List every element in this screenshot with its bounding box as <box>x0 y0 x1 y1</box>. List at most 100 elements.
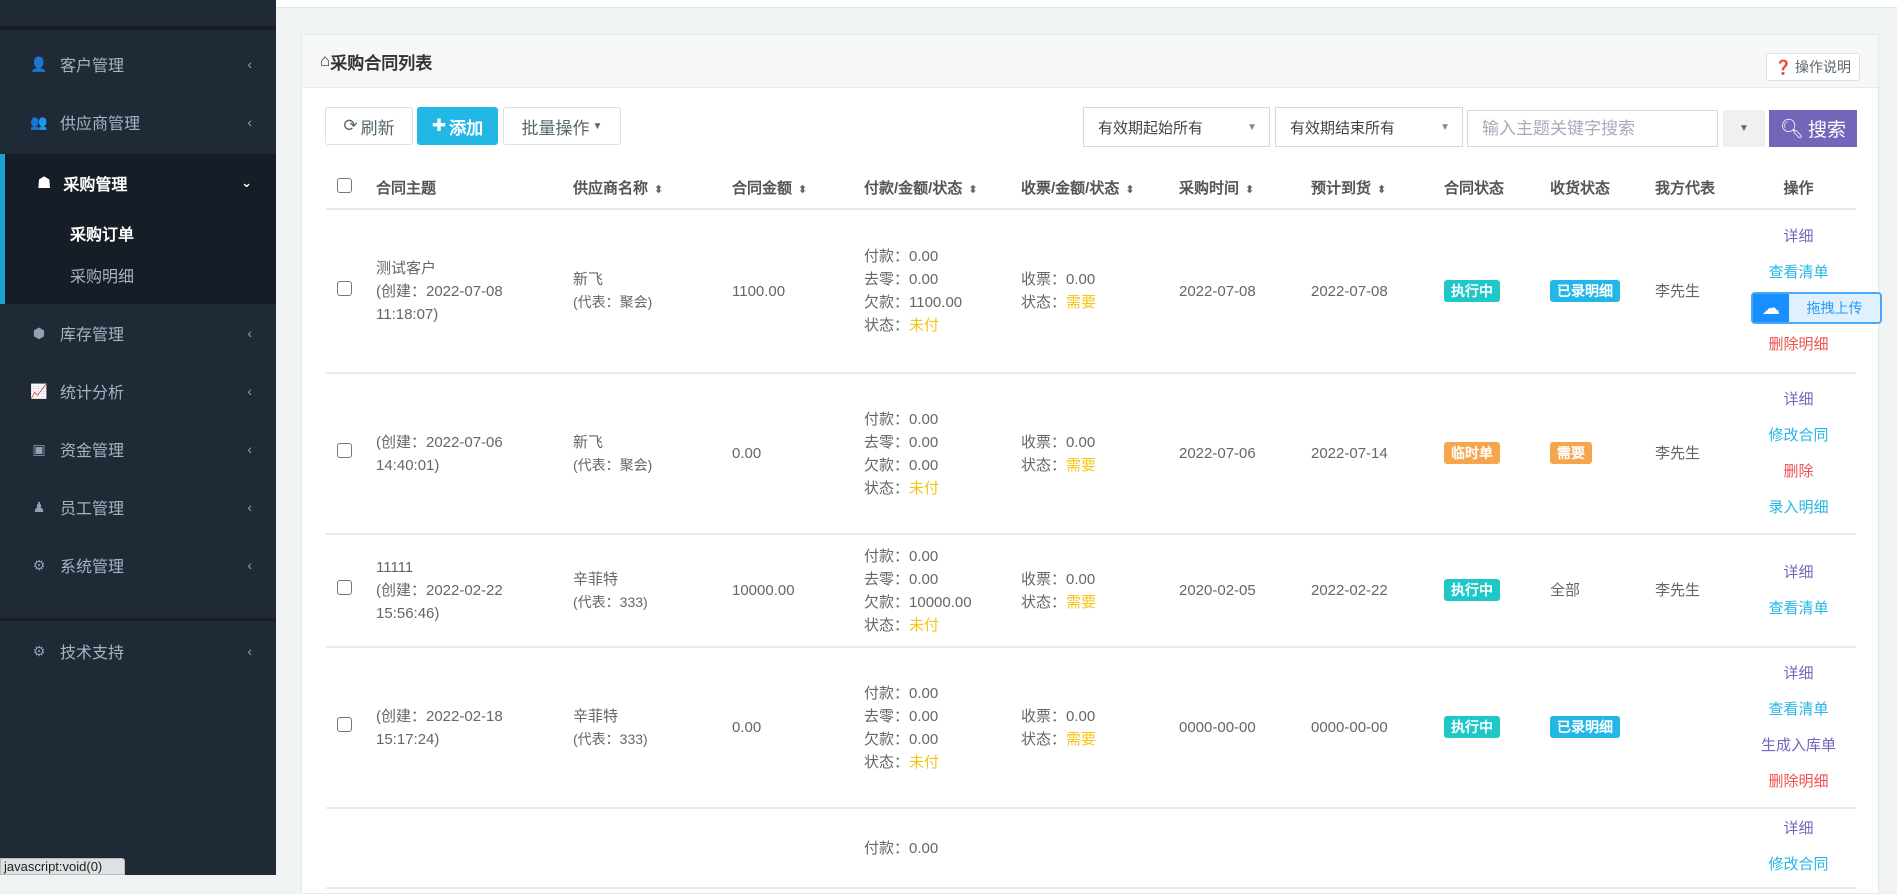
column-header[interactable]: 预计到货 ⬍ <box>1311 167 1444 210</box>
our-rep: 李先生 <box>1655 209 1741 374</box>
sort-icon[interactable]: ⬍ <box>1125 184 1134 196</box>
page-title: 采购合同列表 <box>330 53 433 73</box>
column-header[interactable]: 收票/金额/状态 ⬍ <box>1021 167 1179 210</box>
column-header[interactable]: 付款/金额/状态 ⬍ <box>864 167 1021 210</box>
column-header: 收货状态 <box>1550 167 1655 210</box>
sidebar-item[interactable]: ♟ 员工管理 ‹ <box>0 483 276 531</box>
created-date: (创建：2022-02-22 <box>376 582 503 599</box>
sidebar-item[interactable]: ⬢ 库存管理 ‹ <box>0 309 276 357</box>
sidebar-subitem-purchase-detail[interactable]: 采购明细 <box>5 254 276 296</box>
contract-amount: 1100.00 <box>732 209 864 374</box>
column-header-label: 付款/金额/状态 <box>864 180 963 197</box>
row-select <box>326 647 376 809</box>
action-link[interactable]: 详细 <box>1741 219 1856 255</box>
action-link[interactable]: 修改合同 <box>1741 847 1856 883</box>
receipt-status-text: 全部 <box>1550 582 1581 599</box>
sidebar-item[interactable]: 👤 客户管理 ‹ <box>0 40 276 88</box>
caret-down-icon: ▼ <box>592 120 603 132</box>
sidebar-item[interactable]: 📈 统计分析 ‹ <box>0 367 276 415</box>
caret-down-icon: ▼ <box>1739 123 1749 134</box>
add-button[interactable]: ✚ 添加 <box>417 107 498 145</box>
help-button[interactable]: ❓ 操作说明 <box>1765 53 1860 81</box>
drag-upload-label: 拖拽上传 <box>1806 300 1863 316</box>
sort-icon[interactable]: ⬍ <box>968 184 977 196</box>
sidebar-item[interactable]: ⚙ 技术支持 ‹ <box>0 627 276 675</box>
batch-actions-dropdown[interactable]: 批量操作 ▼ <box>503 107 621 145</box>
rounding-value: 0.00 <box>909 271 939 288</box>
action-link[interactable]: 详细 <box>1741 811 1856 847</box>
column-header-label: 采购时间 <box>1179 180 1240 197</box>
action-link[interactable]: 详细 <box>1741 555 1856 591</box>
action-link[interactable]: 生成入库单 <box>1741 728 1856 764</box>
sidebar-subitem-purchase-order[interactable]: 采购订单 <box>5 212 276 254</box>
chevron-left-icon: ‹ <box>247 441 252 457</box>
action-link[interactable]: 删除明细 <box>1741 327 1856 363</box>
drag-upload-widget[interactable]: ☁ 拖拽上传 <box>1751 292 1882 324</box>
column-header-label: 合同状态 <box>1444 180 1505 197</box>
sort-icon[interactable]: ⬍ <box>1245 184 1254 196</box>
action-link[interactable]: 删除 <box>1741 454 1856 490</box>
action-link[interactable]: 查看清单 <box>1741 255 1856 291</box>
sort-icon[interactable]: ⬍ <box>654 184 663 196</box>
search-options-dropdown[interactable]: ▼ <box>1723 110 1765 147</box>
receipt-status-badge: 需要 <box>1550 442 1592 464</box>
user-secret-icon: ☗ <box>37 175 52 192</box>
action-link[interactable]: 录入明细 <box>1741 490 1856 526</box>
valid-start-select[interactable]: 有效期起始所有 ▼ <box>1083 107 1270 147</box>
sidebar-item-purchase-header[interactable]: ☗ 采购管理 ⌄ <box>5 154 276 212</box>
row-checkbox[interactable] <box>337 580 352 595</box>
action-link[interactable]: 查看清单 <box>1741 692 1856 728</box>
row-checkbox[interactable] <box>337 443 352 458</box>
refresh-button[interactable]: ⟳ 刷新 <box>325 107 413 145</box>
sort-icon[interactable]: ⬍ <box>1377 184 1386 196</box>
label: 收票： <box>1021 570 1067 588</box>
row-checkbox[interactable] <box>337 280 352 296</box>
chevron-left-icon: ‹ <box>247 114 252 130</box>
search-button[interactable]: 🔍︎ 搜索 <box>1769 110 1857 147</box>
column-header-label: 收票/金额/状态 <box>1021 180 1120 197</box>
users-icon: 👥 <box>30 113 48 130</box>
chevron-left-icon: ‹ <box>247 499 252 515</box>
sidebar-item-purchase[interactable]: ☗ 采购管理 ⌄ 采购订单 采购明细 <box>0 154 276 304</box>
sidebar-item-label: 技术支持 <box>60 645 125 662</box>
action-link[interactable]: 删除明细 <box>1741 764 1856 800</box>
column-header[interactable]: 供应商名称 ⬍ <box>573 167 732 210</box>
action-link[interactable]: 详细 <box>1741 656 1856 692</box>
action-link[interactable]: 详细 <box>1741 382 1856 418</box>
sidebar-item-label: 资金管理 <box>60 443 125 460</box>
search-input[interactable] <box>1467 110 1718 147</box>
sidebar-item-label: 供应商管理 <box>60 116 141 133</box>
top-bar <box>276 0 1897 8</box>
sidebar-item-label: 客户管理 <box>60 58 125 75</box>
label: 收票： <box>1021 433 1067 451</box>
created-time: 15:56:46) <box>376 605 440 622</box>
column-header-label: 合同金额 <box>732 180 793 197</box>
column-header-label: 合同主题 <box>376 180 437 197</box>
receipt-status-cell: 已录明细 <box>1550 209 1655 374</box>
contract-amount: 0.00 <box>732 647 864 809</box>
action-link[interactable]: 修改合同 <box>1741 418 1856 454</box>
paid-value: 0.00 <box>909 840 939 857</box>
select-all-checkbox[interactable] <box>337 178 352 193</box>
sidebar-item[interactable]: ⚙ 系统管理 ‹ <box>0 541 276 589</box>
column-header[interactable]: 合同金额 ⬍ <box>732 167 864 210</box>
supplier-cell: 新飞 (代表：聚会) <box>573 209 732 374</box>
payment-cell: 付款：0.00 去零：0.00 欠款：0.00 状态：未付 <box>864 373 1021 535</box>
action-link[interactable]: 查看清单 <box>1741 591 1856 627</box>
actions-cell: 详细 修改合同 删除 录入明细 <box>1741 373 1856 535</box>
row-checkbox[interactable] <box>337 717 352 732</box>
sidebar-item[interactable]: ▣ 资金管理 ‹ <box>0 425 276 473</box>
chevron-left-icon: ‹ <box>247 643 252 659</box>
label: 状态： <box>864 479 910 497</box>
label: 状态： <box>1021 593 1067 611</box>
column-header: 合同主题 <box>376 167 573 210</box>
sidebar-header <box>0 0 276 30</box>
sidebar-item[interactable]: 👥 供应商管理 ‹ <box>0 98 276 146</box>
column-header[interactable]: 采购时间 ⬍ <box>1179 167 1311 210</box>
column-header: 我方代表 <box>1655 167 1741 210</box>
rounding-value: 0.00 <box>909 433 939 451</box>
invoice-value: 0.00 <box>1066 271 1096 288</box>
sort-icon[interactable]: ⬍ <box>798 184 807 196</box>
valid-end-select[interactable]: 有效期结束所有 ▼ <box>1275 107 1463 147</box>
batch-label: 批量操作 <box>521 118 590 138</box>
